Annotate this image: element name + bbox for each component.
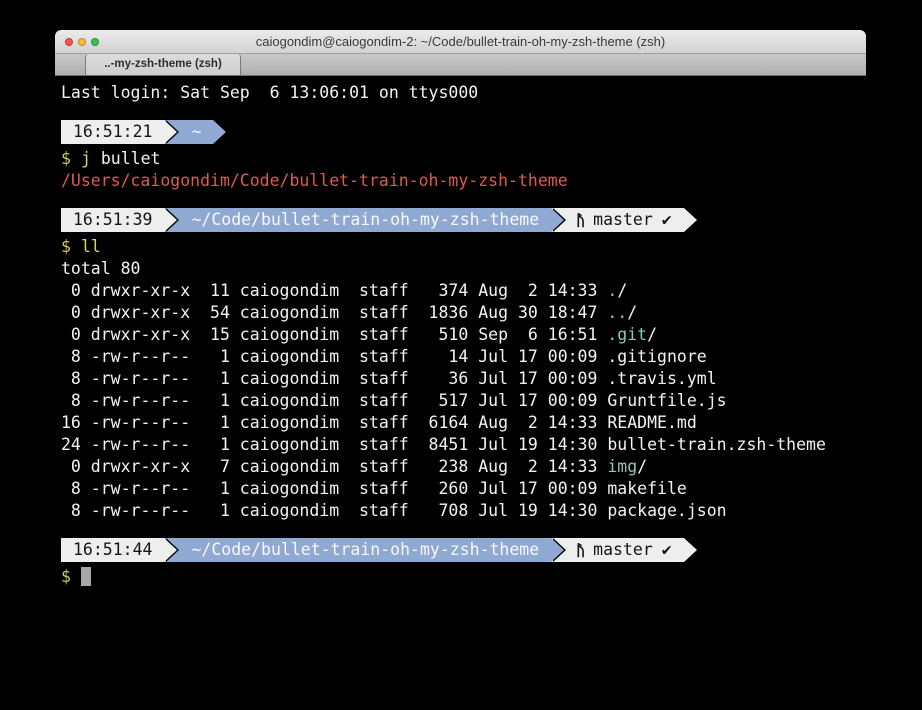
powerline-separator-icon xyxy=(213,120,228,144)
prompt-line: 16:51:21 ~ xyxy=(61,120,866,144)
window-titlebar[interactable]: caiogondim@caiogondim-2: ~/Code/bullet-t… xyxy=(55,30,866,54)
file-row: 0 drwxr-xr-x 7 caiogondim staff 238 Aug … xyxy=(61,456,866,478)
directory-name: .. xyxy=(607,303,627,322)
terminal-cursor xyxy=(81,567,91,586)
traffic-lights xyxy=(65,38,99,46)
directory-name: . xyxy=(607,281,617,300)
git-clean-check-icon: ✔ xyxy=(662,539,672,561)
git-branch-icon xyxy=(574,211,587,229)
git-branch-name: master xyxy=(593,539,653,561)
prompt-path-segment: ~ xyxy=(179,120,213,144)
file-name: .travis.yml xyxy=(607,369,716,388)
powerline-separator-icon xyxy=(164,120,179,144)
powerline-separator-icon xyxy=(551,208,566,232)
ls-total-line: total 80 xyxy=(61,258,866,280)
file-row: 8 -rw-r--r-- 1 caiogondim staff 708 Jul … xyxy=(61,500,866,522)
tab-zsh[interactable]: ..-my-zsh-theme (zsh) xyxy=(85,54,241,75)
prompt-char: $ xyxy=(61,237,71,256)
close-button[interactable] xyxy=(65,38,73,46)
prompt-path-segment: ~/Code/bullet-train-oh-my-zsh-theme xyxy=(179,538,551,562)
powerline-separator-icon xyxy=(164,208,179,232)
powerline-separator-icon xyxy=(164,538,179,562)
command-line: $ xyxy=(61,566,866,588)
file-row: 0 drwxr-xr-x 54 caiogondim staff 1836 Au… xyxy=(61,302,866,324)
tab-bar: ..-my-zsh-theme (zsh) xyxy=(55,54,866,76)
terminal-content[interactable]: Last login: Sat Sep 6 13:06:01 on ttys00… xyxy=(55,76,866,709)
powerline-separator-icon xyxy=(551,538,566,562)
git-branch-name: master xyxy=(593,209,653,231)
prompt-char: $ xyxy=(61,149,71,168)
file-row: 8 -rw-r--r-- 1 caiogondim staff 517 Jul … xyxy=(61,390,866,412)
command-line: $ jbullet xyxy=(61,148,866,170)
file-name: README.md xyxy=(607,413,696,432)
prompt-path-segment: ~/Code/bullet-train-oh-my-zsh-theme xyxy=(179,208,551,232)
powerline-separator-icon xyxy=(684,538,699,562)
zoom-button[interactable] xyxy=(91,38,99,46)
prompt-line: 16:51:39 ~/Code/bullet-train-oh-my-zsh-t… xyxy=(61,208,866,232)
prompt-git-segment: master ✔ xyxy=(566,538,684,562)
file-name: Gruntfile.js xyxy=(607,391,726,410)
file-row: 24 -rw-r--r-- 1 caiogondim staff 8451 Ju… xyxy=(61,434,866,456)
command-text: ll xyxy=(81,237,101,256)
file-row: 8 -rw-r--r-- 1 caiogondim staff 260 Jul … xyxy=(61,478,866,500)
file-row: 0 drwxr-xr-x 15 caiogondim staff 510 Sep… xyxy=(61,324,866,346)
prompt-git-segment: master ✔ xyxy=(566,208,684,232)
command-line: $ ll xyxy=(61,236,866,258)
directory-name: .git xyxy=(607,325,647,344)
window-title: caiogondim@caiogondim-2: ~/Code/bullet-t… xyxy=(55,30,866,53)
prompt-time-segment: 16:51:21 xyxy=(61,120,164,144)
minimize-button[interactable] xyxy=(78,38,86,46)
prompt-time-segment: 16:51:44 xyxy=(61,538,164,562)
file-row: 16 -rw-r--r-- 1 caiogondim staff 6164 Au… xyxy=(61,412,866,434)
directory-name: img xyxy=(607,457,637,476)
powerline-separator-icon xyxy=(684,208,699,232)
last-login-line: Last login: Sat Sep 6 13:06:01 on ttys00… xyxy=(61,82,866,104)
git-clean-check-icon: ✔ xyxy=(662,209,672,231)
file-row: 0 drwxr-xr-x 11 caiogondim staff 374 Aug… xyxy=(61,280,866,302)
file-row: 8 -rw-r--r-- 1 caiogondim staff 36 Jul 1… xyxy=(61,368,866,390)
prompt-line: 16:51:44 ~/Code/bullet-train-oh-my-zsh-t… xyxy=(61,538,866,562)
terminal-window: caiogondim@caiogondim-2: ~/Code/bullet-t… xyxy=(55,30,866,710)
git-branch-icon xyxy=(574,541,587,559)
file-row: 8 -rw-r--r-- 1 caiogondim staff 14 Jul 1… xyxy=(61,346,866,368)
command-text: j xyxy=(81,149,91,168)
file-name: package.json xyxy=(607,501,726,520)
file-name: bullet-train.zsh-theme xyxy=(607,435,826,454)
prompt-time-segment: 16:51:39 xyxy=(61,208,164,232)
command-args: bullet xyxy=(101,149,161,168)
prompt-char: $ xyxy=(61,567,71,586)
command-output: /Users/caiogondim/Code/bullet-train-oh-m… xyxy=(61,170,866,192)
file-name: .gitignore xyxy=(607,347,706,366)
file-name: makefile xyxy=(607,479,686,498)
